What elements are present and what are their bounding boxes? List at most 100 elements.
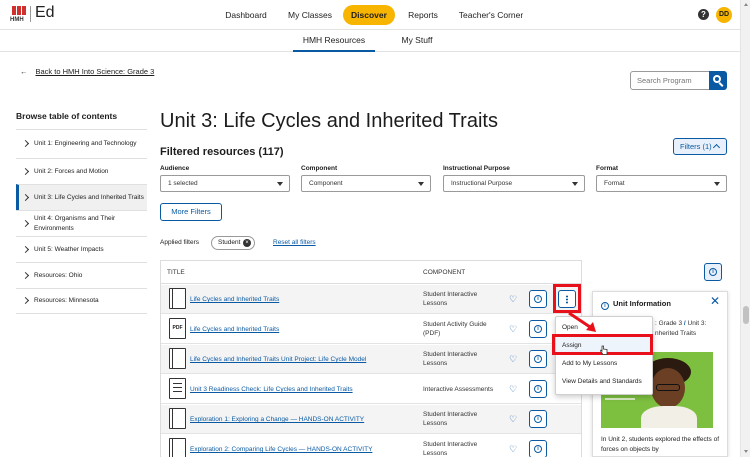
toc-item-resources-ohio[interactable]: Resources: Ohio [16,262,147,288]
filters-toggle-button[interactable]: Filters (1) [673,138,727,155]
info-icon: i [534,295,542,303]
heart-icon[interactable]: ♡ [509,415,517,424]
resource-title-link[interactable]: Life Cycles and Inherited Traits Unit Pr… [190,356,366,363]
toc-list: Unit 1: Engineering and Technology Unit … [16,129,147,314]
toc-item-unit-2[interactable]: Unit 2: Forces and Motion [16,158,147,184]
resource-component: Student Interactive Lessons [423,291,478,308]
scroll-thumb[interactable] [743,306,749,324]
help-icon[interactable]: ? [698,9,709,20]
column-header-component: COMPONENT [423,269,466,276]
info-button[interactable]: i [529,290,547,308]
breadcrumb-unit-name: nherited Traits [655,330,697,338]
nav-my-classes[interactable]: My Classes [282,5,338,25]
breadcrumb-separator: / [683,320,686,327]
more-filters-button[interactable]: More Filters [160,203,222,221]
chevron-right-icon [21,245,30,253]
table-row: PDF Life Cycles and Inherited Traits Stu… [161,315,581,344]
caret-down-icon [572,182,578,186]
chevron-right-icon [21,167,30,175]
toc-item-unit-5[interactable]: Unit 5: Weather Impacts [16,236,147,262]
menu-item-view-details[interactable]: View Details and Standards [556,373,652,391]
toc-heading: Browse table of contents [16,111,118,121]
toc-item-resources-minnesota[interactable]: Resources: Minnesota [16,288,147,314]
back-link[interactable]: ← Back to HMH Into Science: Grade 3 [20,67,154,76]
close-icon[interactable]: × [243,239,251,247]
highlight-arrow-icon [568,311,596,332]
unit-information-title: Unit Information [613,299,671,308]
heart-icon[interactable]: ♡ [509,355,517,364]
scroll-up-icon[interactable] [744,3,748,6]
page-title: Unit 3: Life Cycles and Inherited Traits [160,110,498,132]
heart-icon[interactable]: ♡ [509,325,517,334]
component-select-value: Component [309,180,343,187]
toc-item-label: Unit 4: Organisms and Their Environments [34,214,116,232]
info-icon: i [709,268,717,276]
page-scrollbar[interactable] [740,0,750,457]
top-bar: HMH Ed Dashboard My Classes Discover Rep… [0,0,740,30]
component-select[interactable]: Component [301,175,431,192]
filters-toggle-label: Filters (1) [680,142,712,151]
caret-down-icon [277,182,283,186]
book-icon [169,408,186,429]
heart-icon[interactable]: ♡ [509,385,517,394]
instructional-purpose-select[interactable]: Instructional Purpose [443,175,585,192]
close-icon[interactable]: ✕ [710,295,720,307]
search-button[interactable] [709,71,727,90]
resources-table: TITLE COMPONENT Life Cycles and Inherite… [160,260,582,457]
applied-filters-label: Applied filters [160,239,200,246]
tab-my-stuff[interactable]: My Stuff [389,30,445,52]
breadcrumb-unit: Unit 3: [687,320,707,327]
book-icon [169,438,186,457]
info-button[interactable]: i [529,380,547,398]
heart-icon[interactable]: ♡ [509,295,517,304]
cover-body [641,406,697,428]
toc-item-unit-3[interactable]: Unit 3: Life Cycles and Inherited Traits [16,184,147,210]
search-input[interactable] [630,71,710,90]
pdf-icon: PDF [169,318,186,339]
hmh-logo-mark [12,6,26,15]
info-icon: i [534,445,542,453]
heart-icon[interactable]: ♡ [509,445,517,454]
hand-cursor-icon [600,345,608,355]
nav-dashboard[interactable]: Dashboard [218,5,274,25]
tab-hmh-resources[interactable]: HMH Resources [293,30,375,52]
toc-item-unit-4[interactable]: Unit 4: Organisms and Their Environments [16,210,147,236]
reset-filters-link[interactable]: Reset all filters [273,239,316,246]
info-button[interactable]: i [529,440,547,457]
unit-info-toggle-button[interactable]: i [704,263,722,281]
info-icon: i [601,302,609,310]
info-icon: i [534,415,542,423]
audience-select[interactable]: 1 selected [160,175,290,192]
avatar[interactable]: DD [716,7,732,23]
toc-item-label: Unit 3: Life Cycles and Inherited Traits [34,193,144,201]
chevron-up-icon [712,143,721,152]
resource-title-link[interactable]: Life Cycles and Inherited Traits [190,296,279,303]
audience-select-value: 1 selected [168,180,198,187]
nav-reports[interactable]: Reports [402,5,444,25]
nav-teachers-corner[interactable]: Teacher's Corner [455,5,527,25]
info-icon: i [534,355,542,363]
filter-chip-student: Student × [211,236,255,250]
filter-label-component: Component [301,165,338,172]
filter-chip-label: Student [218,239,241,246]
table-row: Life Cycles and Inherited Traits Student… [161,285,581,314]
nav-discover[interactable]: Discover [343,5,395,25]
instructional-purpose-select-value: Instructional Purpose [451,180,513,187]
info-button[interactable]: i [529,410,547,428]
format-select[interactable]: Format [596,175,727,192]
scroll-down-icon[interactable] [744,450,748,453]
info-button[interactable]: i [529,320,547,338]
table-row: Exploration 1: Exploring a Change — HAND… [161,405,581,434]
resource-title-link[interactable]: Unit 3 Readiness Check: Life Cycles and … [190,386,353,393]
resource-title-link[interactable]: Life Cycles and Inherited Traits [190,326,279,333]
toc-item-label: Resources: Ohio [34,271,83,279]
info-icon: i [534,325,542,333]
resource-title-link[interactable]: Exploration 1: Exploring a Change — HAND… [190,416,364,423]
chevron-right-icon [21,139,30,148]
hmh-logo[interactable]: HMH [10,6,28,24]
menu-item-add-to-my-lessons[interactable]: Add to My Lessons [556,355,652,373]
resource-title-link[interactable]: Exploration 2: Comparing Life Cycles — H… [190,446,372,453]
back-link-label: Back to HMH Into Science: Grade 3 [35,67,155,76]
toc-item-unit-1[interactable]: Unit 1: Engineering and Technology [16,129,147,158]
info-button[interactable]: i [529,350,547,368]
